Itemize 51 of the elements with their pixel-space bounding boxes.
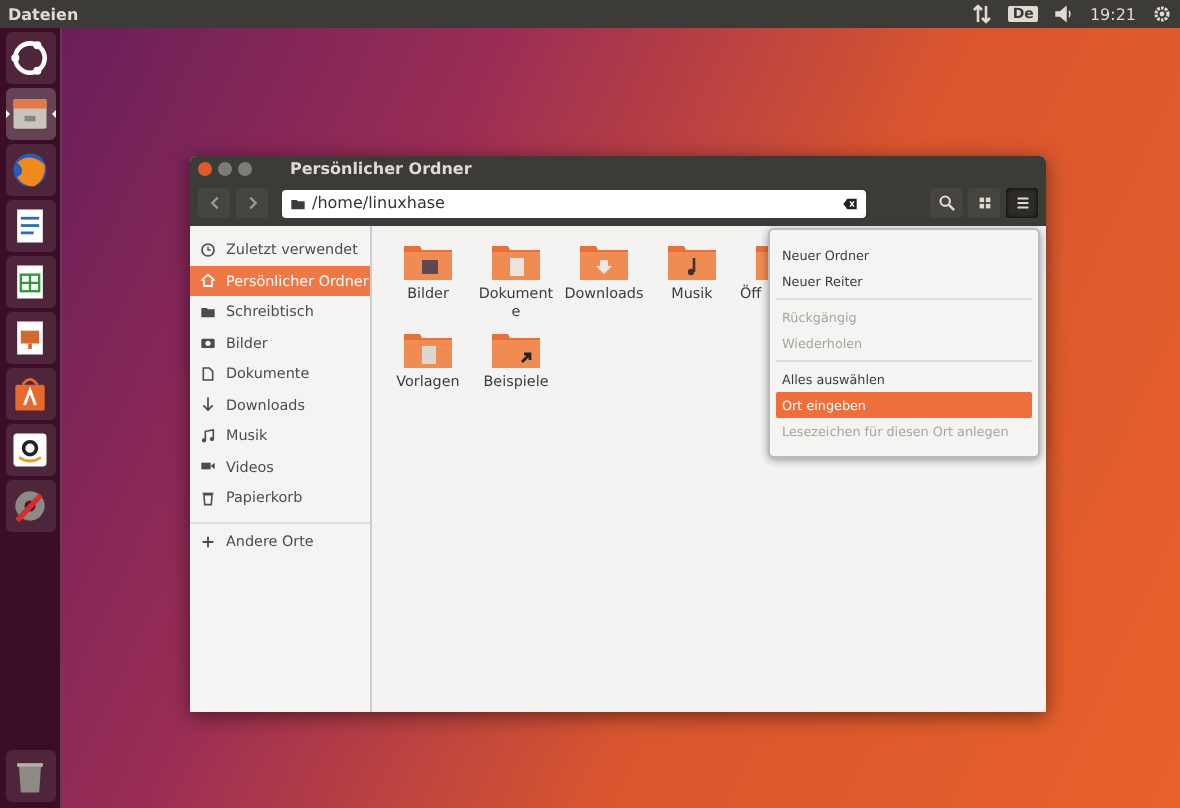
network-arrows-icon[interactable]	[972, 4, 993, 24]
speaker-icon[interactable]	[1053, 4, 1074, 24]
back-button[interactable]	[198, 188, 230, 218]
grid-view-button[interactable]	[968, 188, 1000, 218]
download-icon	[200, 396, 216, 413]
window-title: Persönlicher Ordner	[290, 159, 472, 177]
trash-icon	[17, 763, 43, 793]
presentation-icon	[17, 321, 43, 355]
globe-icon	[13, 153, 47, 187]
cabinet-icon	[13, 99, 47, 129]
app-menu-title[interactable]: Dateien	[8, 5, 957, 23]
clock[interactable]: 19:21	[1089, 5, 1136, 23]
clear-icon[interactable]	[842, 195, 858, 211]
search-button[interactable]	[930, 188, 962, 218]
launcher-item[interactable]	[5, 424, 55, 476]
menu-button[interactable]	[1006, 188, 1038, 218]
location-field[interactable]: /home/linuxhase	[282, 189, 866, 217]
home-icon	[200, 272, 216, 289]
plus-icon	[200, 533, 216, 549]
folder-icon[interactable]	[402, 242, 454, 282]
document-icon	[200, 365, 216, 382]
chevron-left-icon	[205, 194, 223, 212]
camera-icon	[200, 334, 216, 351]
search-icon	[937, 194, 955, 212]
launcher-item[interactable]	[5, 200, 55, 252]
folder-icon	[290, 195, 306, 211]
music-icon	[200, 427, 216, 444]
clock-icon	[200, 241, 216, 258]
spreadsheet-icon	[17, 265, 43, 299]
launcher-item[interactable]	[5, 256, 55, 308]
maximize-button[interactable]	[238, 161, 252, 175]
menu-icon	[1013, 194, 1031, 212]
minimize-button[interactable]	[218, 161, 232, 175]
forward-button[interactable]	[236, 188, 268, 218]
launcher-item[interactable]	[5, 88, 55, 140]
launcher-item[interactable]	[5, 144, 55, 196]
launcher-item[interactable]	[5, 312, 55, 364]
folder-icon[interactable]	[666, 242, 718, 282]
document-icon	[17, 209, 43, 243]
folder-icon[interactable]	[490, 330, 542, 370]
video-icon	[200, 458, 216, 475]
trash-icon	[200, 489, 216, 506]
launcher-item[interactable]	[5, 750, 55, 802]
launcher-item[interactable]	[5, 368, 55, 420]
shopping-bag-icon	[15, 378, 45, 411]
circle-logo-icon	[11, 41, 47, 75]
grid-icon	[975, 194, 993, 212]
launcher-item[interactable]	[5, 32, 55, 84]
close-button[interactable]	[198, 161, 212, 175]
folder-icon	[200, 303, 216, 320]
gear-icon[interactable]	[1152, 4, 1172, 24]
